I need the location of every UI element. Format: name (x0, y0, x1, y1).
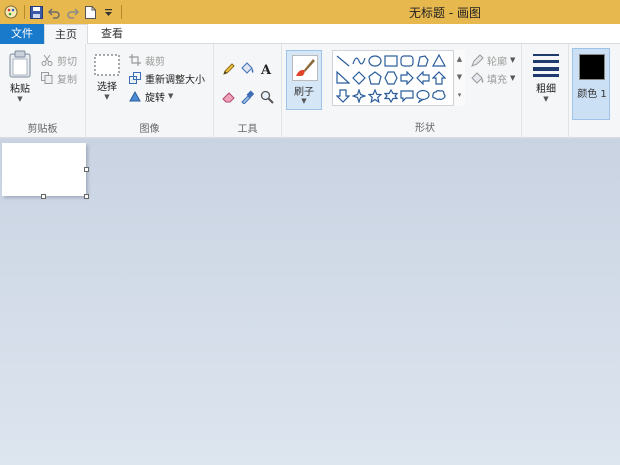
ribbon-tab-row: 文件 主页 查看 (0, 24, 620, 45)
canvas-resize-handle-right[interactable] (84, 167, 89, 172)
rectangle-shape-icon[interactable] (383, 53, 399, 69)
cut-label: 剪切 (57, 56, 77, 68)
svg-text:A: A (260, 63, 272, 76)
brushes-group: 刷子 ▼ (282, 44, 328, 138)
eraser-icon[interactable] (220, 88, 238, 106)
resize-label: 重新调整大小 (145, 74, 205, 86)
brushes-dropdown-icon: ▼ (301, 97, 307, 105)
resize-icon (128, 71, 142, 85)
curve-shape-icon[interactable] (351, 53, 367, 69)
size-label: 粗细 (536, 84, 556, 95)
crop-icon (128, 53, 142, 67)
clipboard-group: 粘贴 ▼ 剪切 复制 剪贴板 (0, 44, 86, 138)
rotate-icon (128, 89, 142, 103)
rounded-rectangle-shape-icon[interactable] (399, 53, 415, 69)
line-thickness-icon (533, 54, 559, 77)
selection-rectangle-icon (94, 54, 120, 76)
image-group: 选择 ▼ 裁剪 重新调整大小 旋转 ▼ 图像 (86, 44, 214, 138)
fill-bucket-icon[interactable] (238, 60, 256, 78)
rotate-button[interactable]: 旋转 ▼ (128, 88, 173, 104)
drawing-canvas[interactable] (2, 143, 86, 196)
up-arrow-shape-icon[interactable] (431, 70, 447, 86)
fill-dropdown-icon: ▼ (510, 74, 516, 82)
brushes-label: 刷子 (294, 87, 314, 98)
five-point-star-shape-icon[interactable] (367, 88, 383, 104)
cut-button[interactable]: 剪切 (40, 52, 77, 68)
ribbon-divider (568, 44, 569, 138)
tools-group-label: 工具 (237, 124, 258, 135)
outline-button[interactable]: 轮廓 ▼ (470, 52, 515, 68)
text-tool-icon[interactable]: A (258, 60, 276, 78)
triangle-shape-icon[interactable] (431, 53, 447, 69)
rotate-dropdown-icon: ▼ (168, 92, 174, 100)
title-bar: 无标题 - 画图 (0, 0, 620, 24)
pentagon-shape-icon[interactable] (367, 70, 383, 86)
right-triangle-shape-icon[interactable] (335, 70, 351, 86)
clipboard-icon (9, 50, 31, 78)
crop-label: 裁剪 (145, 56, 165, 68)
size-dropdown-icon: ▼ (543, 95, 549, 103)
oval-callout-shape-icon[interactable] (415, 88, 431, 104)
select-label: 选择 (97, 82, 117, 93)
size-button[interactable]: 粗细 ▼ (528, 52, 564, 103)
tab-view[interactable]: 查看 (90, 24, 134, 44)
shapes-gallery: ▲ ▼ ▾ (332, 50, 465, 106)
select-dropdown-icon: ▼ (104, 93, 110, 101)
window-title: 无标题 - 画图 (409, 6, 481, 20)
outline-pen-icon (470, 53, 484, 67)
ribbon: 粘贴 ▼ 剪切 复制 剪贴板 选择 ▼ 裁剪 重新调整大小 旋转 ▼ 图像 A … (0, 44, 620, 138)
cloud-callout-shape-icon[interactable] (431, 88, 447, 104)
fill-button[interactable]: 填充 ▼ (470, 70, 515, 86)
copy-icon (40, 71, 54, 85)
four-point-star-shape-icon[interactable] (351, 88, 367, 104)
rectangular-callout-shape-icon[interactable] (399, 88, 415, 104)
line-shape-icon[interactable] (335, 53, 351, 69)
canvas-workspace (0, 139, 620, 465)
scissors-icon (40, 53, 54, 67)
shapes-group-label: 形状 (415, 123, 435, 134)
canvas-resize-handle-bottom[interactable] (41, 194, 46, 199)
tab-home[interactable]: 主页 (44, 24, 88, 45)
magnifier-icon[interactable] (258, 88, 276, 106)
brushes-button[interactable]: 刷子 ▼ (286, 50, 322, 110)
rotate-label: 旋转 (145, 92, 165, 104)
copy-button[interactable]: 复制 (40, 70, 77, 86)
crop-button[interactable]: 裁剪 (128, 52, 165, 68)
brush-icon (292, 55, 318, 81)
resize-button[interactable]: 重新调整大小 (128, 70, 205, 86)
diamond-shape-icon[interactable] (351, 70, 367, 86)
gallery-scroll-up-icon[interactable]: ▲ (454, 50, 465, 68)
left-arrow-shape-icon[interactable] (415, 70, 431, 86)
color-1-label: 颜色 1 (577, 89, 607, 100)
color-picker-icon[interactable] (238, 88, 256, 106)
canvas-resize-handle-corner[interactable] (84, 194, 89, 199)
paste-dropdown-icon: ▼ (17, 95, 23, 103)
tab-file[interactable]: 文件 (0, 24, 44, 44)
hexagon-shape-icon[interactable] (383, 70, 399, 86)
down-arrow-shape-icon[interactable] (335, 88, 351, 104)
gallery-scroll-down-icon[interactable]: ▼ (454, 68, 465, 86)
six-point-star-shape-icon[interactable] (383, 88, 399, 104)
right-arrow-shape-icon[interactable] (399, 70, 415, 86)
color-1-swatch (579, 54, 605, 80)
outline-label: 轮廓 (487, 56, 507, 68)
select-button[interactable]: 选择 ▼ (92, 54, 122, 101)
clipboard-group-label: 剪贴板 (27, 124, 58, 135)
fill-bucket-small-icon (470, 71, 484, 85)
paste-button[interactable]: 粘贴 ▼ (6, 50, 34, 103)
shapes-gallery-scrollbar[interactable]: ▲ ▼ ▾ (453, 50, 465, 106)
fill-label: 填充 (487, 74, 507, 86)
copy-label: 复制 (57, 74, 77, 86)
gallery-expand-icon[interactable]: ▾ (454, 86, 465, 104)
pencil-icon[interactable] (220, 60, 238, 78)
oval-shape-icon[interactable] (367, 53, 383, 69)
polygon-shape-icon[interactable] (415, 53, 431, 69)
paste-label: 粘贴 (10, 84, 30, 95)
image-group-label: 图像 (139, 124, 160, 135)
outline-dropdown-icon: ▼ (510, 56, 516, 64)
color-1-button[interactable]: 颜色 1 (572, 48, 610, 120)
tools-group: A 工具 (214, 44, 282, 138)
